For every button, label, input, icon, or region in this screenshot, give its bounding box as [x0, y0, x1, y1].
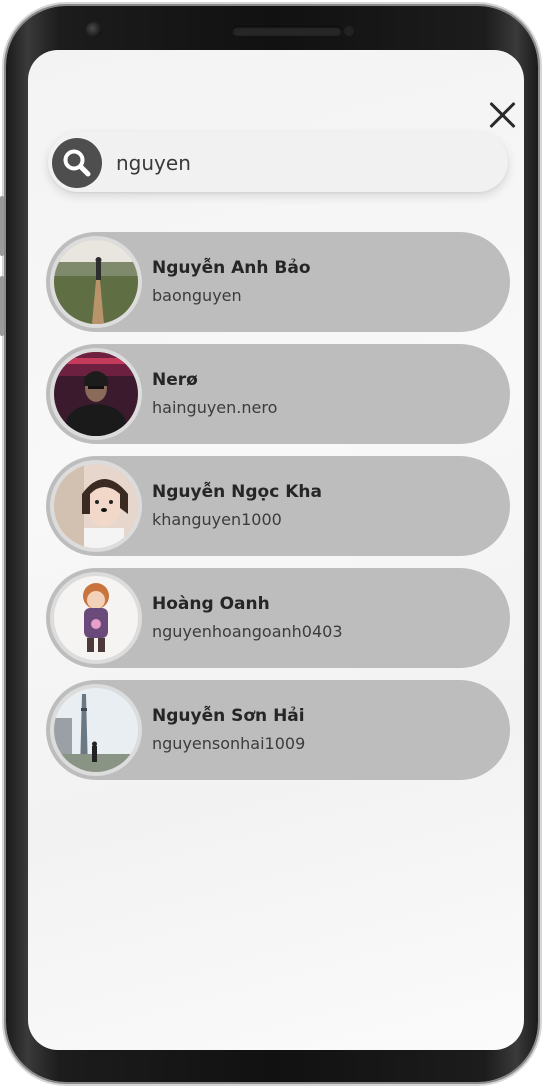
result-username: baonguyen: [152, 286, 242, 305]
list-item[interactable]: Hoàng Oanh nguyenhoangoanh0403: [46, 568, 510, 668]
list-item[interactable]: Nerø hainguyen.nero: [46, 344, 510, 444]
volume-button: [0, 276, 4, 336]
result-name: Hoàng Oanh: [152, 594, 270, 614]
avatar-photo: [54, 464, 138, 548]
avatar: [50, 236, 142, 328]
avatar-photo: [54, 240, 138, 324]
list-item[interactable]: Nguyễn Anh Bảo baonguyen: [46, 232, 510, 332]
avatar: [50, 460, 142, 552]
result-name: Nguyễn Anh Bảo: [152, 258, 311, 278]
earpiece-speaker: [232, 26, 342, 36]
avatar-photo: [54, 688, 138, 772]
result-username: nguyensonhai1009: [152, 734, 306, 753]
search-bar[interactable]: [48, 132, 508, 192]
result-username: hainguyen.nero: [152, 398, 278, 417]
avatar: [50, 572, 142, 664]
result-name: Nerø: [152, 370, 198, 390]
result-name: Nguyễn Ngọc Kha: [152, 482, 322, 502]
phone-frame: Nguyễn Anh Bảo baonguyen: [0, 6, 538, 1082]
close-icon[interactable]: [488, 100, 518, 130]
avatar-photo: [54, 576, 138, 660]
result-name: Nguyễn Sơn Hải: [152, 706, 305, 726]
proximity-sensor: [344, 26, 354, 36]
volume-button: [0, 196, 4, 256]
avatar: [50, 684, 142, 776]
search-input[interactable]: [114, 144, 488, 182]
avatar: [50, 348, 142, 440]
avatar-photo: [54, 352, 138, 436]
search-icon[interactable]: [52, 138, 102, 188]
result-username: nguyenhoangoanh0403: [152, 622, 343, 641]
screen: Nguyễn Anh Bảo baonguyen: [28, 50, 524, 1050]
result-username: khanguyen1000: [152, 510, 282, 529]
front-camera: [86, 22, 102, 38]
list-item[interactable]: Nguyễn Ngọc Kha khanguyen1000: [46, 456, 510, 556]
list-item[interactable]: Nguyễn Sơn Hải nguyensonhai1009: [46, 680, 510, 780]
